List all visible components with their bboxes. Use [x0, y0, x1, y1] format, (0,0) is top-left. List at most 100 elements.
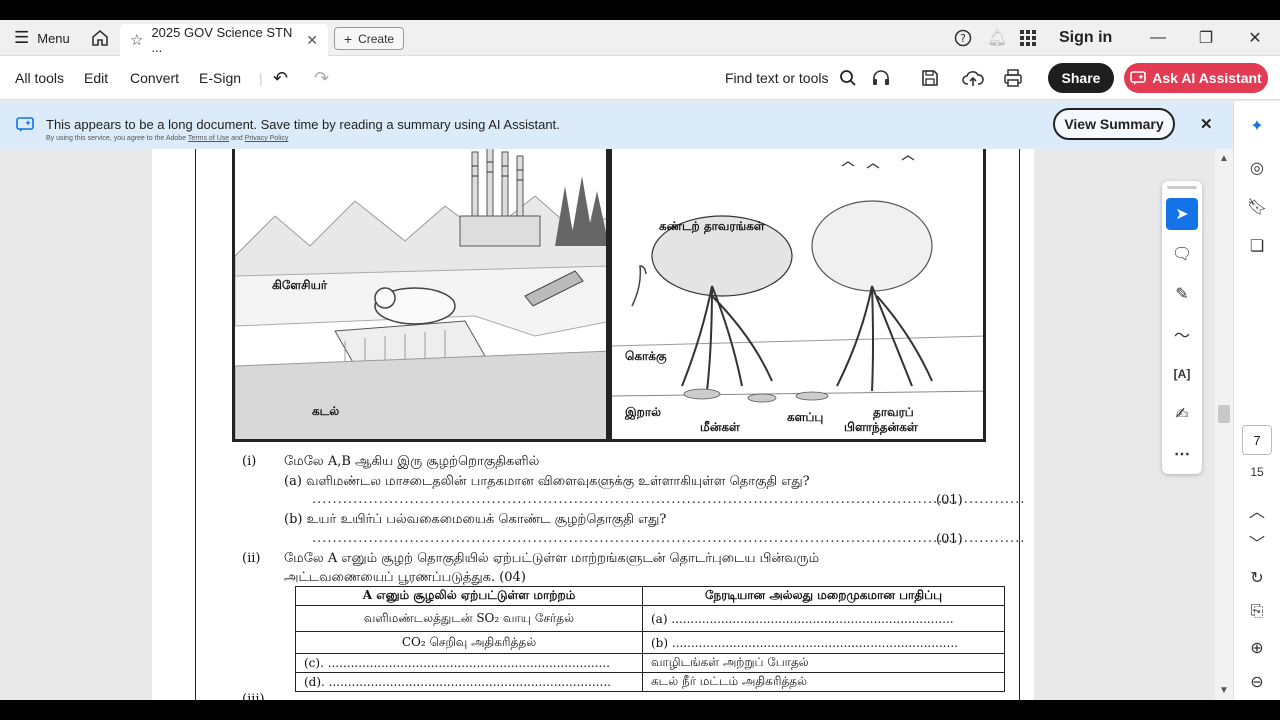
ai-assistant-rail-icon[interactable]: ✦: [1246, 115, 1268, 137]
esign-button[interactable]: E-Sign: [199, 56, 241, 100]
marks-i-b: (01): [936, 532, 963, 547]
svg-text:?: ?: [960, 32, 966, 45]
table-cell: (a) ....................................…: [642, 605, 1005, 632]
print-icon[interactable]: [1003, 56, 1023, 100]
close-banner-icon[interactable]: ✕: [1200, 115, 1213, 133]
figure-a-arctic-scene: [232, 149, 609, 442]
answer-line-i-a: ........................................…: [312, 492, 1026, 507]
table-row: (d). ...................................…: [295, 672, 1005, 692]
redo-icon[interactable]: ↷: [314, 56, 329, 100]
add-comment-icon[interactable]: 🗨︎: [1166, 238, 1198, 270]
privacy-policy-link[interactable]: Privacy Policy: [245, 135, 289, 142]
scroll-up-icon[interactable]: ▲: [1219, 153, 1229, 164]
table-row: வளிமண்டலத்துடன் SO₂ வாயு சேர்தல் (a) ...…: [295, 605, 1005, 632]
zoom-in-icon[interactable]: ⊕: [1246, 637, 1268, 659]
document-viewport[interactable]: கிளேசியர் கடல் கண்டற் தாவரங்கள் கொக்கு இ…: [0, 149, 1215, 700]
create-button[interactable]: + Create: [334, 27, 404, 50]
mangrove-illustration: [612, 155, 983, 403]
rotate-icon[interactable]: ↻: [1246, 567, 1268, 589]
find-button[interactable]: Find text or tools: [725, 56, 857, 100]
banner-legal: By using this service, you agree to the …: [46, 135, 288, 142]
view-summary-button[interactable]: View Summary: [1053, 108, 1175, 140]
save-icon[interactable]: [921, 56, 939, 100]
ai-summary-banner: This appears to be a long document. Save…: [0, 101, 1232, 149]
question-i-number: (i): [242, 454, 257, 469]
search-icon: [839, 70, 856, 86]
scroll-down-icon[interactable]: ▼: [1219, 685, 1229, 696]
plus-icon: +: [343, 30, 353, 47]
convert-button[interactable]: Convert: [130, 56, 179, 100]
menu-button[interactable]: ☰ Menu: [14, 20, 70, 56]
table-cell: CO₂ செறிவு அதிகரித்தல்: [295, 631, 643, 654]
fit-page-icon[interactable]: ⎘: [1246, 601, 1268, 623]
legal-prefix: By using this service, you agree to the …: [46, 135, 187, 142]
star-icon[interactable]: ☆: [130, 31, 143, 49]
share-button[interactable]: Share: [1048, 63, 1114, 93]
current-page-field[interactable]: 7: [1242, 425, 1272, 455]
upload-cloud-icon[interactable]: [962, 56, 984, 100]
right-rail: ✦ ◎ 🔖︎ ❏ 7 15 ︿ ﹀ ↻ ⎘ ⊕ ⊖: [1233, 101, 1280, 700]
home-icon[interactable]: [90, 20, 110, 56]
menu-label: Menu: [37, 30, 70, 46]
scrollbar-thumb[interactable]: [1218, 405, 1230, 423]
bookmark-icon[interactable]: 🔖︎: [1246, 196, 1268, 218]
close-tab-icon[interactable]: ✕: [306, 32, 318, 49]
restore-icon[interactable]: ❐: [1186, 20, 1226, 56]
answer-line-i-b: ........................................…: [312, 531, 1026, 546]
table-cell: கடல் நீர் மட்டம் அதிகரித்தல்: [642, 672, 1005, 692]
table-header-row: A எனும் சூழலில் ஏற்பட்டுள்ள மாற்றம் நேரட…: [295, 586, 1005, 606]
fill-sign-icon[interactable]: ✍︎: [1166, 398, 1198, 430]
table-cell: (b) ....................................…: [642, 631, 1005, 654]
question-ii-line2: அட்டவணையைப் பூரணப்படுத்துக. (04): [284, 570, 526, 585]
zoom-out-icon[interactable]: ⊖: [1246, 671, 1268, 693]
label-mangrove-plants: கண்டற் தாவரங்கள்: [659, 219, 765, 233]
total-pages: 15: [1250, 465, 1264, 479]
copy-pages-icon[interactable]: ❏: [1246, 235, 1268, 257]
panel-drag-handle[interactable]: [1167, 186, 1197, 189]
vertical-scrollbar[interactable]: ▲ ▼: [1215, 149, 1233, 700]
ask-ai-label: Ask AI Assistant: [1152, 70, 1262, 86]
question-ii-number: (ii): [242, 551, 261, 566]
question-iii-number: (iii): [242, 692, 265, 700]
close-window-icon[interactable]: ✕: [1235, 20, 1275, 56]
label-sea: கடல்: [312, 404, 340, 418]
draw-freehand-icon[interactable]: 〜: [1166, 318, 1198, 350]
comments-rail-icon[interactable]: ◎: [1246, 157, 1268, 179]
label-prawn: இறால்: [625, 405, 662, 419]
terms-of-use-link[interactable]: Terms of Use: [188, 135, 229, 142]
edit-button[interactable]: Edit: [84, 56, 108, 100]
more-options-icon[interactable]: ⋯: [1166, 438, 1198, 470]
ai-assistant-icon: [1130, 71, 1147, 85]
all-tools-button[interactable]: All tools: [15, 56, 64, 100]
marks-i-a: (01): [936, 493, 963, 508]
select-cursor-icon[interactable]: ➤: [1166, 198, 1198, 230]
table-cell: (d). ...................................…: [295, 672, 643, 692]
undo-icon[interactable]: ↶: [273, 56, 288, 100]
next-page-icon[interactable]: ﹀: [1246, 531, 1268, 553]
hamburger-icon: ☰: [14, 28, 30, 47]
question-i-a: (a) வளிமண்டல மாசடைதலின் பாதகமான விளைவுகள…: [284, 474, 810, 489]
quick-tools-panel: ➤ 🗨︎ ✎ 〜 [A] ✍︎ ⋯: [1162, 181, 1202, 474]
notification-bell-icon[interactable]: 🔔︎: [987, 20, 1007, 56]
label-phytoplankton-1: தாவரப்: [873, 405, 914, 419]
table-cell: வளிமண்டலத்துடன் SO₂ வாயு சேர்தல்: [295, 605, 643, 632]
sign-in-link[interactable]: Sign in: [1059, 20, 1112, 56]
ai-assistant-icon: [16, 117, 34, 132]
text-box-icon[interactable]: [A]: [1166, 358, 1198, 390]
apps-grid-icon[interactable]: [1019, 20, 1037, 56]
label-phytoplankton-2: பிளாந்தன்கள்: [844, 420, 918, 434]
document-tab[interactable]: ☆ 2025 GOV Science STN ... ✕: [120, 24, 328, 56]
help-icon[interactable]: ?: [954, 20, 972, 56]
question-ii-line1: மேலே A எனும் சூழற் தொகுதியில் ஏற்பட்டுள்…: [284, 551, 820, 566]
figure-b-mangrove-scene: [609, 149, 986, 442]
highlight-pen-icon[interactable]: ✎: [1166, 278, 1198, 310]
previous-page-icon[interactable]: ︿: [1246, 499, 1268, 521]
find-label: Find text or tools: [725, 70, 829, 86]
table-cell: வாழிடங்கள் அற்றுப் போதல்: [642, 653, 1005, 673]
label-lagoon: களப்பு: [787, 410, 824, 424]
read-aloud-icon[interactable]: [871, 56, 891, 100]
ask-ai-assistant-button[interactable]: Ask AI Assistant: [1124, 63, 1268, 93]
minimize-icon[interactable]: —: [1138, 20, 1178, 56]
table-cell: (c). ...................................…: [295, 653, 643, 673]
table-header-change: A எனும் சூழலில் ஏற்பட்டுள்ள மாற்றம்: [295, 586, 643, 606]
